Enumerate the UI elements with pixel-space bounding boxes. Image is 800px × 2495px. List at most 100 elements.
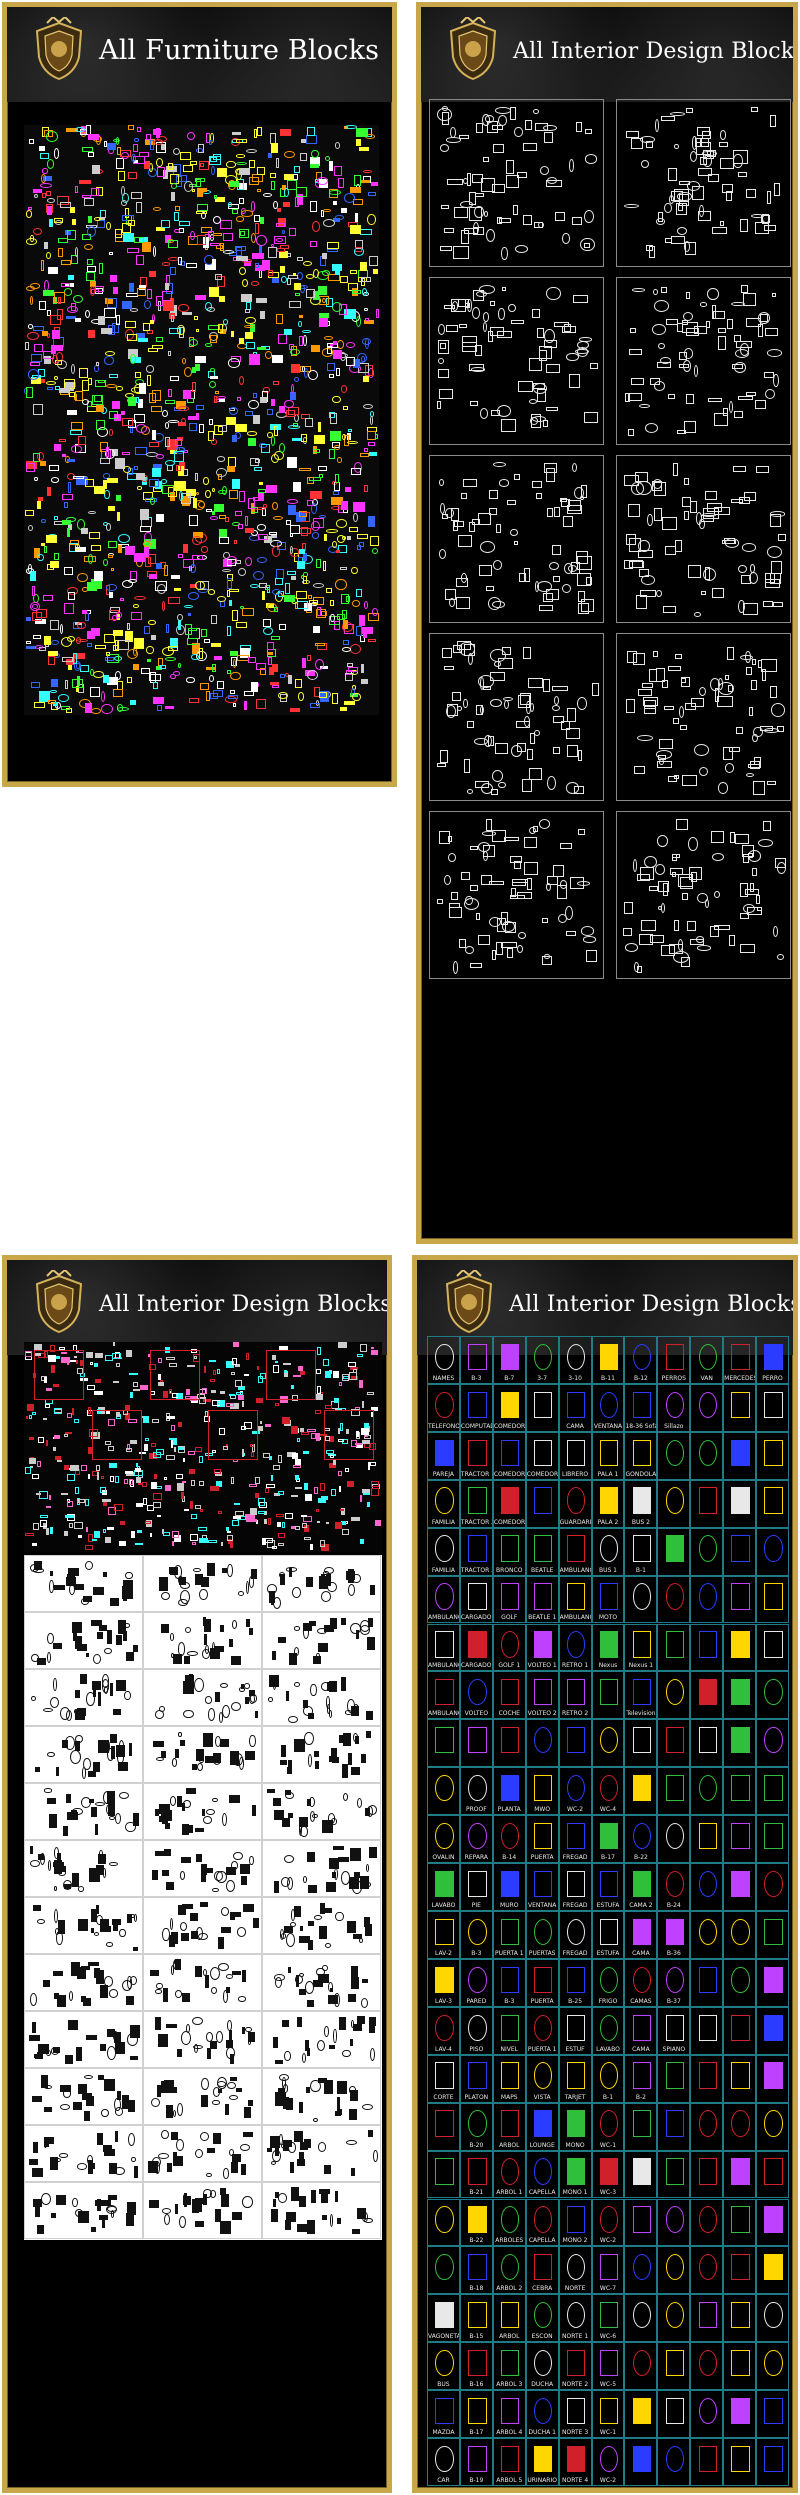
cad-block-symbol xyxy=(192,381,197,392)
block-grid-label: B-19 xyxy=(469,2476,484,2484)
red-frame xyxy=(324,1410,374,1460)
cad-block-symbol xyxy=(468,2110,487,2137)
cad-block-symbol xyxy=(53,1847,60,1859)
cad-block-symbol xyxy=(215,2031,223,2043)
cad-block-symbol xyxy=(370,536,379,547)
cad-block-symbol xyxy=(214,391,219,395)
cad-block-symbol xyxy=(681,677,687,684)
cad-block-symbol xyxy=(299,1935,310,1944)
cad-block-symbol xyxy=(46,206,52,216)
cad-block-symbol xyxy=(696,141,712,156)
cad-block-symbol xyxy=(533,2254,553,2281)
cad-block-symbol xyxy=(566,2445,586,2473)
cad-block-symbol xyxy=(501,1918,520,1946)
cad-block-symbol xyxy=(663,202,672,214)
cad-block-symbol xyxy=(342,2049,351,2057)
cad-block-symbol xyxy=(286,457,298,468)
cad-block-symbol xyxy=(341,1677,346,1691)
cad-block-symbol xyxy=(321,1908,332,1914)
cad-block-symbol xyxy=(39,1491,48,1499)
cad-block-symbol xyxy=(226,465,236,472)
cad-block-symbol xyxy=(241,2026,246,2034)
block-grid-label: LAV-2 xyxy=(434,1949,452,1957)
cad-block-symbol xyxy=(665,2349,685,2377)
cad-block-symbol xyxy=(291,576,296,580)
block-grid-cell xyxy=(427,1719,460,1768)
cad-block-symbol xyxy=(192,1764,197,1771)
cad-block-symbol xyxy=(94,571,103,581)
cad-block-symbol xyxy=(46,386,53,391)
cad-block-symbol xyxy=(129,308,139,313)
cad-block-symbol xyxy=(210,368,216,372)
cad-block-symbol xyxy=(199,1902,208,1907)
cad-block-symbol xyxy=(117,639,129,650)
red-frame xyxy=(266,1350,316,1400)
cad-block-symbol xyxy=(484,734,492,747)
cad-block-symbol xyxy=(170,2131,179,2140)
cad-block-symbol xyxy=(268,1518,272,1526)
block-grid-label: GUARDARROPA xyxy=(559,1518,591,1526)
cad-block-symbol xyxy=(257,126,262,137)
cad-block-symbol xyxy=(524,836,537,849)
cad-block-symbol xyxy=(271,181,275,190)
cad-block-symbol xyxy=(79,665,90,672)
cad-block-symbol xyxy=(29,1458,37,1464)
cad-block-symbol xyxy=(502,287,507,292)
cad-block-symbol xyxy=(256,235,268,246)
block-grid-cell xyxy=(657,1623,691,1672)
cad-block-symbol xyxy=(300,434,307,442)
cad-block-symbol xyxy=(37,1461,41,1467)
cad-block-symbol xyxy=(335,519,347,528)
cad-block-symbol xyxy=(225,1402,235,1407)
cad-block-symbol xyxy=(624,902,633,914)
cad-block-symbol xyxy=(690,698,704,708)
cad-block-symbol xyxy=(578,829,586,836)
cad-block-symbol xyxy=(164,460,175,467)
cad-block-symbol xyxy=(198,143,204,153)
cad-block-symbol xyxy=(238,266,247,276)
cad-block-symbol xyxy=(482,686,491,691)
block-grid-cell: RETRO 1 xyxy=(558,1623,592,1672)
cad-block-symbol xyxy=(99,458,111,464)
cad-block-symbol xyxy=(359,615,365,626)
cad-block-symbol xyxy=(722,540,737,545)
block-grid-label: PUERTA xyxy=(530,1997,554,2005)
cad-block-symbol xyxy=(519,692,531,706)
cad-block-symbol xyxy=(459,323,468,329)
cad-block-symbol xyxy=(144,1444,149,1452)
cad-block-symbol xyxy=(361,287,367,296)
cad-block-symbol xyxy=(328,374,335,378)
cad-block-symbol xyxy=(175,2139,184,2151)
cad-block-symbol xyxy=(662,516,678,530)
cad-block-symbol xyxy=(191,1541,196,1546)
cad-block-symbol xyxy=(632,2206,652,2233)
block-grid-cell: CAMA xyxy=(558,1383,592,1432)
cad-block-symbol xyxy=(177,324,185,336)
interior-design-blocks-panel: All Interior Design Blocks NAMES B-3 B-7 3-… xyxy=(412,1255,798,2493)
red-frame xyxy=(92,1410,142,1460)
block-grid-cell: 3-7 xyxy=(525,1336,559,1384)
cad-block-symbol xyxy=(50,640,60,646)
block-grid-label: RETRO 2 xyxy=(561,1710,589,1718)
cad-block-symbol xyxy=(435,1439,454,1466)
block-grid-cell: PALA 1 xyxy=(591,1431,625,1480)
cad-block-symbol xyxy=(26,1403,34,1411)
block-grid-label: PALA 1 xyxy=(597,1470,619,1478)
cad-block-symbol xyxy=(317,1346,321,1355)
cad-block-symbol xyxy=(161,601,166,611)
block-grid-label: NIVEL xyxy=(500,2045,519,2053)
cad-block-symbol xyxy=(230,2076,238,2081)
cad-block-symbol xyxy=(369,1846,377,1859)
cad-block-symbol xyxy=(80,1796,92,1809)
cad-block-symbol xyxy=(64,680,68,689)
cad-block-symbol xyxy=(211,615,218,625)
cad-block-symbol xyxy=(199,683,209,690)
block-grid-cell: VOLTEO 2 xyxy=(525,1671,559,1720)
cad-block-symbol xyxy=(195,295,207,301)
cad-block-symbol xyxy=(435,2349,454,2377)
cad-block-symbol xyxy=(248,399,259,410)
cad-block-symbol xyxy=(206,2172,213,2178)
cad-block-symbol xyxy=(632,2158,652,2185)
cad-block-symbol xyxy=(440,750,449,763)
cad-block-symbol xyxy=(307,2220,316,2234)
